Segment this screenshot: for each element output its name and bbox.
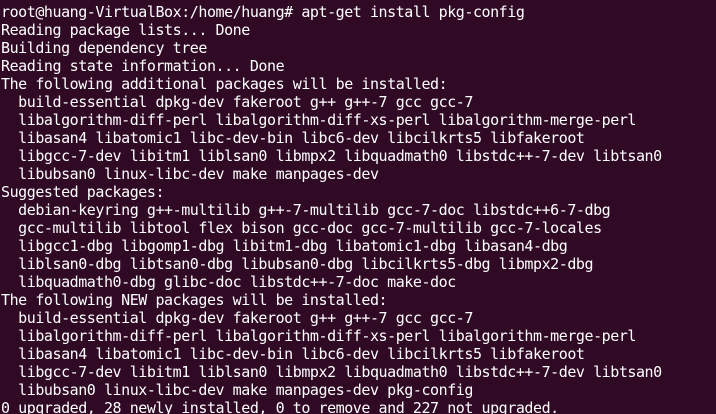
package-list-line: liblsan0-dbg libtsan0-dbg libubsan0-dbg … — [1, 255, 594, 273]
package-list-line: libasan4 libatomic1 libc-dev-bin libc6-d… — [1, 129, 585, 147]
package-list-line: libalgorithm-diff-perl libalgorithm-diff… — [1, 327, 636, 345]
section-heading-line: The following NEW packages will be insta… — [1, 291, 388, 309]
package-list-line: libubsan0 linux-libc-dev make manpages-d… — [1, 165, 379, 183]
package-list-line: libquadmath0-dbg glibc-doc libstdc++-7-d… — [1, 273, 456, 291]
section-heading-line: The following additional packages will b… — [1, 75, 448, 93]
package-list-line: libalgorithm-diff-perl libalgorithm-diff… — [1, 111, 636, 129]
command-prompt-line: root@huang-VirtualBox:/home/huang# apt-g… — [1, 3, 525, 21]
package-list-line: debian-keyring g++-multilib g++-7-multil… — [1, 201, 611, 219]
package-list-line: gcc-multilib libtool flex bison gcc-doc … — [1, 219, 602, 237]
package-list-line: build-essential dpkg-dev fakeroot g++ g+… — [1, 309, 473, 327]
package-list-line: libgcc-7-dev libitm1 liblsan0 libmpx2 li… — [1, 363, 662, 381]
output-line: Reading package lists... Done — [1, 21, 250, 39]
section-heading-line: Suggested packages: — [1, 183, 165, 201]
output-line: Reading state information... Done — [1, 57, 285, 75]
package-list-line: libubsan0 linux-libc-dev make manpages-d… — [1, 381, 473, 399]
package-list-line: libgcc-7-dev libitm1 liblsan0 libmpx2 li… — [1, 147, 662, 165]
terminal-output[interactable]: root@huang-VirtualBox:/home/huang# apt-g… — [0, 0, 716, 414]
package-list-line: build-essential dpkg-dev fakeroot g++ g+… — [1, 93, 473, 111]
summary-line: 0 upgraded, 28 newly installed, 0 to rem… — [1, 399, 559, 414]
package-list-line: libgcc1-dbg libgomp1-dbg libitm1-dbg lib… — [1, 237, 568, 255]
output-line: Building dependency tree — [1, 39, 207, 57]
package-list-line: libasan4 libatomic1 libc-dev-bin libc6-d… — [1, 345, 585, 363]
